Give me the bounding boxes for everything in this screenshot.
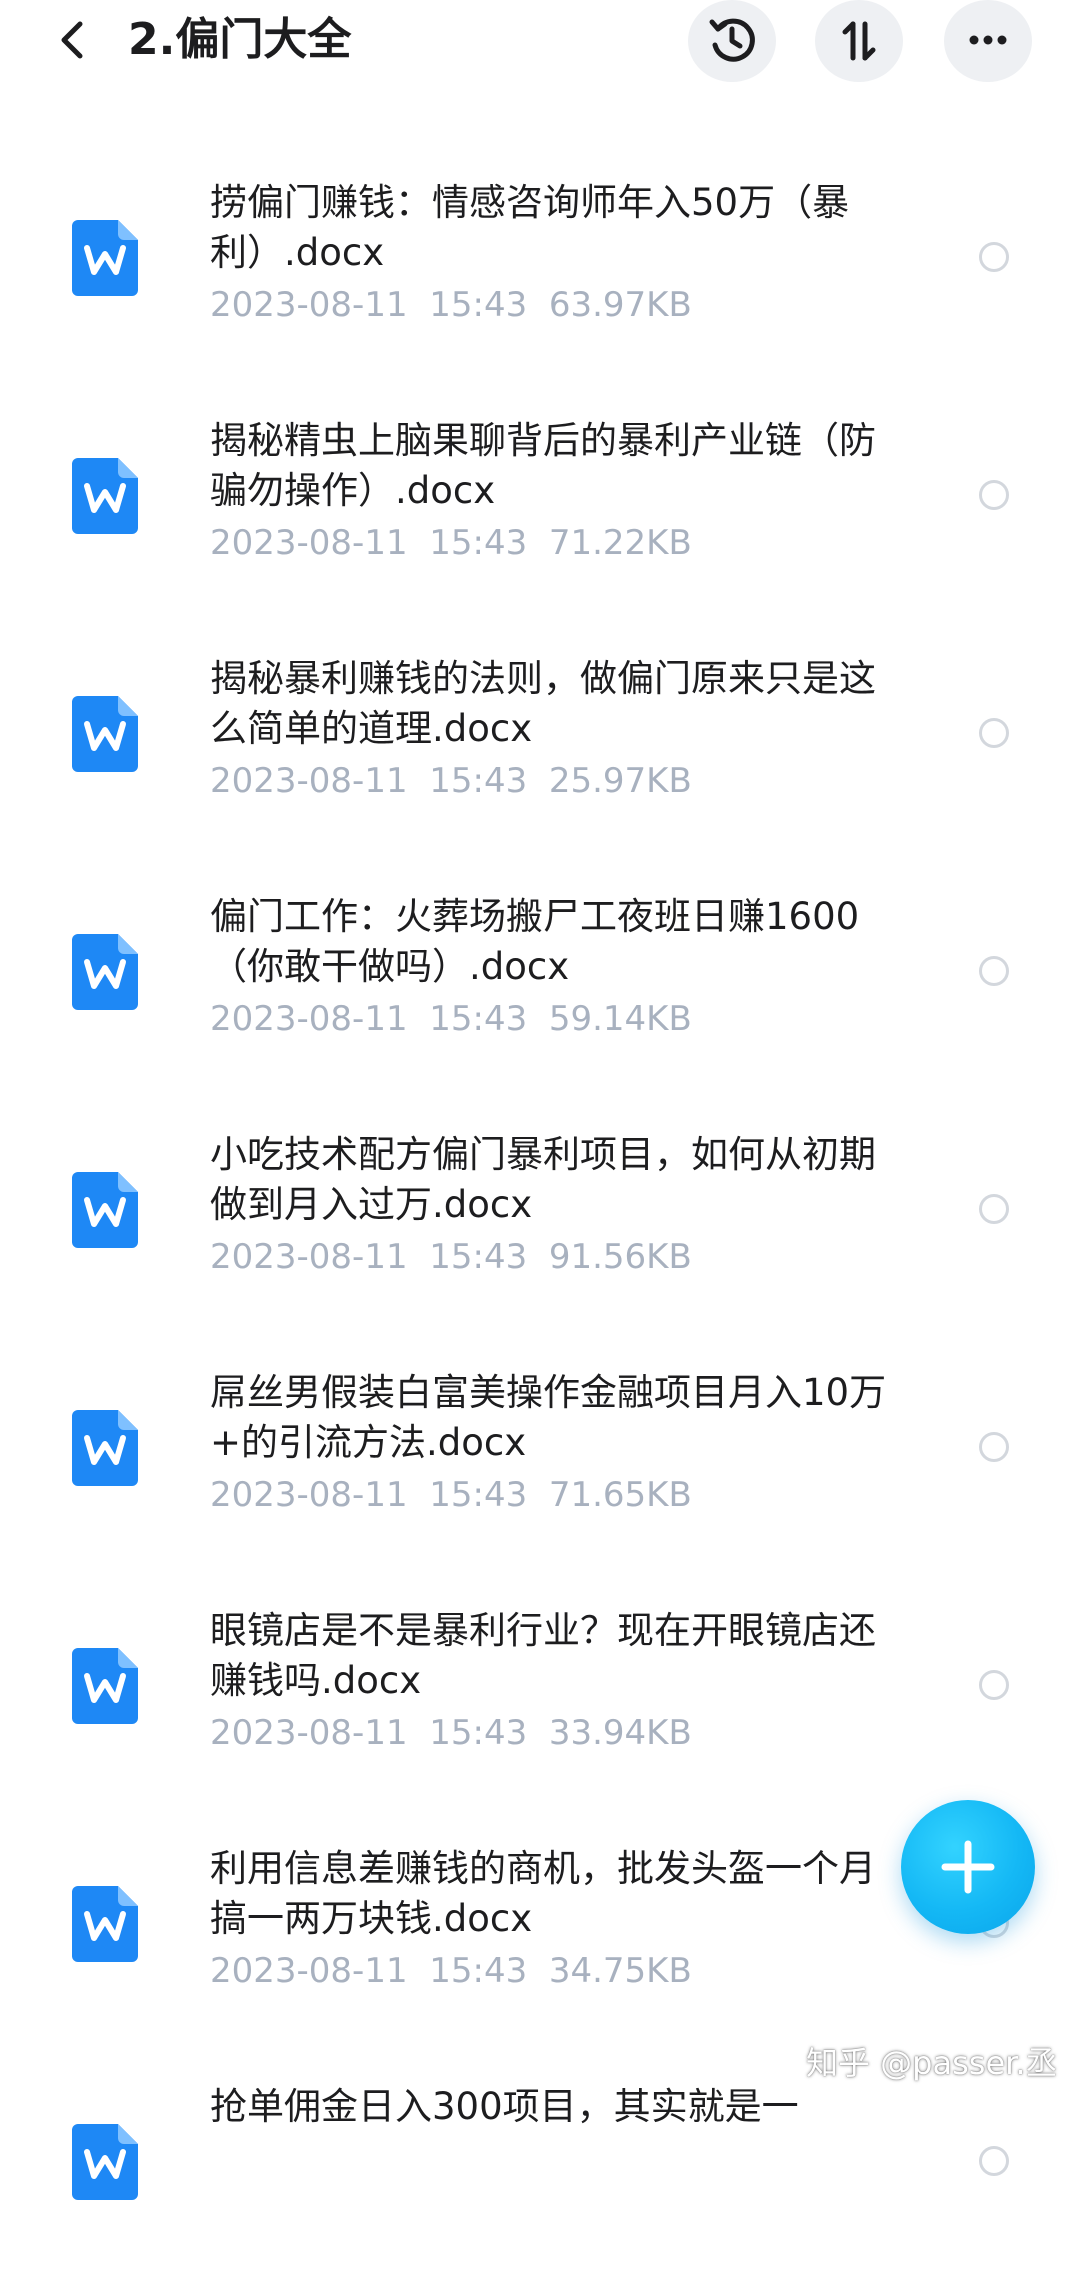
file-meta: 2023-08-11 15:43 34.75KB [210, 1948, 692, 1994]
file-item[interactable]: 揭秘暴利赚钱的法则，做偏门原来只是这么简单的道理.docx 2023-08-11… [0, 616, 1076, 854]
file-name: 捞偏门赚钱：情感咨询师年入50万（暴利）.docx [210, 181, 850, 274]
file-time: 15:43 [429, 1713, 528, 1753]
file-name: 抢单佣金日入300项目，其实就是一 [210, 2085, 799, 2128]
sort-icon [842, 21, 876, 61]
file-time: 15:43 [429, 285, 528, 325]
file-meta: 2023-08-11 15:43 25.97KB [210, 758, 692, 804]
select-radio[interactable] [979, 1194, 1009, 1224]
select-radio[interactable] [979, 718, 1009, 748]
file-date: 2023-08-11 [210, 1951, 408, 1991]
file-size: 25.97KB [548, 761, 692, 801]
select-radio[interactable] [979, 1432, 1009, 1462]
select-radio[interactable] [979, 1670, 1009, 1700]
file-name: 偏门工作：火葬场搬尸工夜班日赚1600（你敢干做吗）.docx [210, 895, 860, 988]
word-doc-icon [72, 458, 138, 534]
select-radio[interactable] [979, 480, 1009, 510]
file-item[interactable]: 捞偏门赚钱：情感咨询师年入50万（暴利）.docx 2023-08-11 15:… [0, 140, 1076, 378]
word-doc-icon [72, 1648, 138, 1724]
file-meta: 2023-08-11 15:43 71.22KB [210, 520, 692, 566]
file-meta: 2023-08-11 15:43 71.65KB [210, 1472, 692, 1518]
word-doc-icon [72, 1410, 138, 1486]
file-time: 15:43 [429, 999, 528, 1039]
file-name: 眼镜店是不是暴利行业？现在开眼镜店还赚钱吗.docx [210, 1609, 876, 1702]
file-size: 33.94KB [548, 1713, 692, 1753]
file-size: 91.56KB [548, 1237, 692, 1277]
word-doc-icon [72, 696, 138, 772]
file-name: 揭秘精虫上脑果聊背后的暴利产业链（防骗勿操作）.docx [210, 419, 876, 512]
file-meta: 2023-08-11 15:43 91.56KB [210, 1234, 692, 1280]
file-date: 2023-08-11 [210, 999, 408, 1039]
file-size: 59.14KB [548, 999, 692, 1039]
file-time: 15:43 [429, 1475, 528, 1515]
add-button[interactable] [901, 1800, 1035, 1934]
file-time: 15:43 [429, 1951, 528, 1991]
select-radio[interactable] [979, 2146, 1009, 2176]
file-date: 2023-08-11 [210, 523, 408, 563]
word-doc-icon [72, 1886, 138, 1962]
file-item[interactable]: 眼镜店是不是暴利行业？现在开眼镜店还赚钱吗.docx 2023-08-11 15… [0, 1568, 1076, 1806]
history-clock-icon [709, 18, 755, 62]
select-radio[interactable] [979, 956, 1009, 986]
file-item[interactable]: 偏门工作：火葬场搬尸工夜班日赚1600（你敢干做吗）.docx 2023-08-… [0, 854, 1076, 1092]
word-doc-icon [72, 2124, 138, 2200]
file-name: 小吃技术配方偏门暴利项目，如何从初期做到月入过万.docx [210, 1133, 876, 1226]
page-title: 2.偏门大全 [128, 14, 352, 65]
file-meta: 2023-08-11 15:43 63.97KB [210, 282, 692, 328]
file-time: 15:43 [429, 761, 528, 801]
file-name: 屌丝男假装白富美操作金融项目月入10万+的引流方法.docx [210, 1371, 887, 1464]
more-button[interactable] [944, 0, 1032, 82]
history-button[interactable] [688, 0, 776, 82]
file-item[interactable]: 揭秘精虫上脑果聊背后的暴利产业链（防骗勿操作）.docx 2023-08-11 … [0, 378, 1076, 616]
file-date: 2023-08-11 [210, 285, 408, 325]
file-time: 15:43 [429, 1237, 528, 1277]
file-name: 利用信息差赚钱的商机，批发头盔一个月搞一两万块钱.docx [210, 1847, 876, 1940]
file-item[interactable]: 小吃技术配方偏门暴利项目，如何从初期做到月入过万.docx 2023-08-11… [0, 1092, 1076, 1330]
file-time: 15:43 [429, 523, 528, 563]
file-date: 2023-08-11 [210, 1475, 408, 1515]
file-date: 2023-08-11 [210, 1713, 408, 1753]
file-name: 揭秘暴利赚钱的法则，做偏门原来只是这么简单的道理.docx [210, 657, 876, 750]
word-doc-icon [72, 220, 138, 296]
word-doc-icon [72, 1172, 138, 1248]
file-size: 71.65KB [548, 1475, 692, 1515]
word-doc-icon [72, 934, 138, 1010]
file-meta: 2023-08-11 15:43 33.94KB [210, 1710, 692, 1756]
file-size: 63.97KB [548, 285, 692, 325]
select-radio[interactable] [979, 242, 1009, 272]
file-meta: 2023-08-11 15:43 59.14KB [210, 996, 692, 1042]
file-item[interactable]: 屌丝男假装白富美操作金融项目月入10万+的引流方法.docx 2023-08-1… [0, 1330, 1076, 1568]
file-size: 71.22KB [548, 523, 692, 563]
file-size: 34.75KB [548, 1951, 692, 1991]
sort-button[interactable] [815, 0, 903, 82]
back-arrow-icon [61, 21, 83, 59]
file-date: 2023-08-11 [210, 761, 408, 801]
watermark: 知乎 @passer.丞 [806, 2044, 1058, 2082]
plus-icon [941, 1840, 995, 1894]
file-list: 捞偏门赚钱：情感咨询师年入50万（暴利）.docx 2023-08-11 15:… [0, 140, 1076, 2282]
top-bar: 2.偏门大全 [0, 0, 1076, 95]
file-date: 2023-08-11 [210, 1237, 408, 1277]
back-button[interactable] [44, 10, 100, 70]
more-dots-icon [969, 35, 1007, 45]
